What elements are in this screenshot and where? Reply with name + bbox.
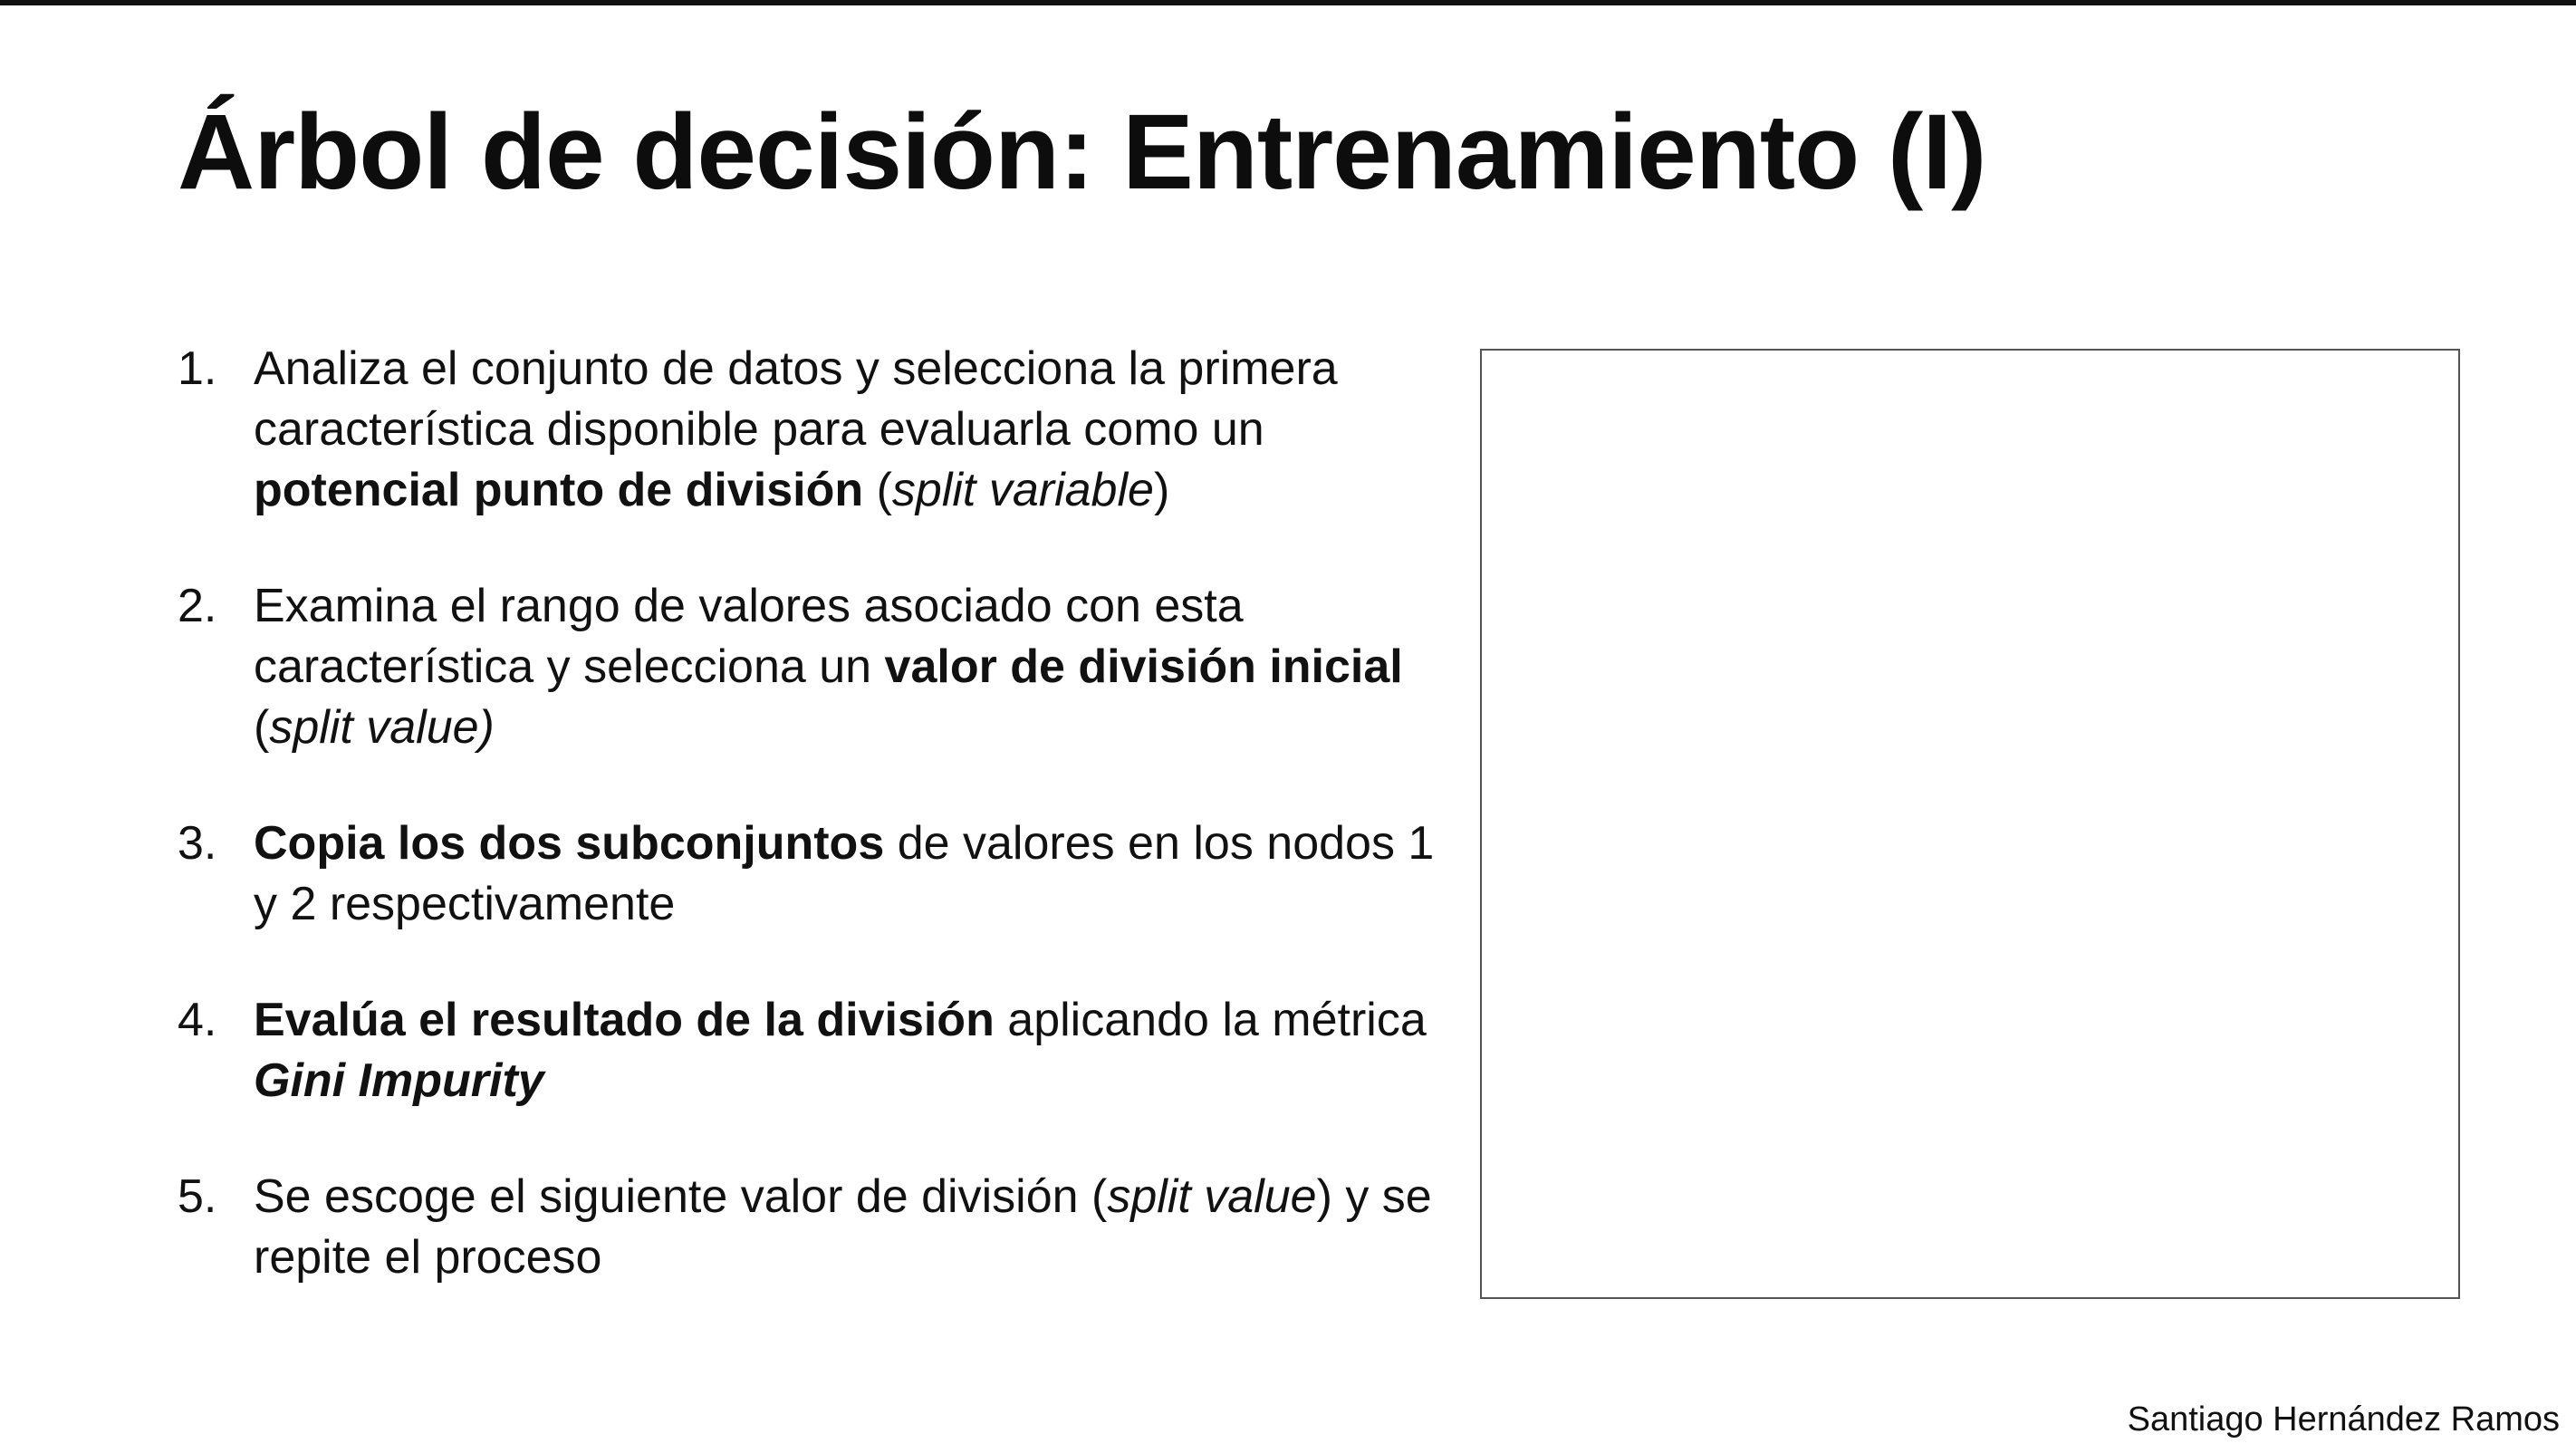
top-border-rule (0, 0, 2576, 5)
step-text-segment: Analiza el conjunto de datos y seleccion… (254, 342, 1338, 456)
step-text-bold: valor de división inicial (884, 640, 1403, 693)
step-number: 1. (178, 342, 217, 395)
step-text-segment: ) (1153, 464, 1170, 516)
step-number: 5. (178, 1170, 217, 1223)
step-text-bold: potencial punto de división (254, 464, 864, 516)
slide-title: Árbol de decisión: Entrenamiento (I) (178, 92, 1986, 212)
step-text: Evalúa el resultado de la división aplic… (254, 990, 1455, 1111)
step-text-italic: split value (1107, 1170, 1317, 1223)
figure-placeholder-box (1480, 349, 2460, 1299)
list-item: 4. Evalúa el resultado de la división ap… (178, 990, 1455, 1111)
step-text-bold: Copia los dos subconjuntos (254, 817, 885, 870)
training-steps-list: 1. Analiza el conjunto de datos y selecc… (178, 339, 1455, 1343)
step-text-segment: ( (863, 464, 892, 516)
step-text: Se escoge el siguiente valor de división… (254, 1167, 1455, 1288)
step-text-segment: aplicando la métrica (994, 994, 1427, 1046)
step-text-segment: Se escoge el siguiente valor de división… (254, 1170, 1108, 1223)
list-item: 1. Analiza el conjunto de datos y selecc… (178, 339, 1455, 521)
list-item: 2. Examina el rango de valores asociado … (178, 576, 1455, 758)
step-text: Examina el rango de valores asociado con… (254, 576, 1455, 758)
step-text-segment: ( (254, 701, 270, 754)
step-text-italic: split variable (891, 464, 1154, 516)
step-text: Analiza el conjunto de datos y seleccion… (254, 339, 1455, 521)
step-number: 4. (178, 994, 217, 1046)
step-text-bold-italic: Gini Impurity (254, 1054, 544, 1107)
step-number: 3. (178, 817, 217, 870)
step-text: Copia los dos subconjuntos de valores en… (254, 813, 1455, 935)
step-text-bold: Evalúa el resultado de la división (254, 994, 995, 1046)
list-item: 3. Copia los dos subconjuntos de valores… (178, 813, 1455, 935)
author-footer: Santiago Hernández Ramos (2127, 1400, 2560, 1439)
step-number: 2. (178, 580, 217, 632)
list-item: 5. Se escoge el siguiente valor de divis… (178, 1167, 1455, 1288)
step-text-italic: split value) (269, 701, 495, 754)
